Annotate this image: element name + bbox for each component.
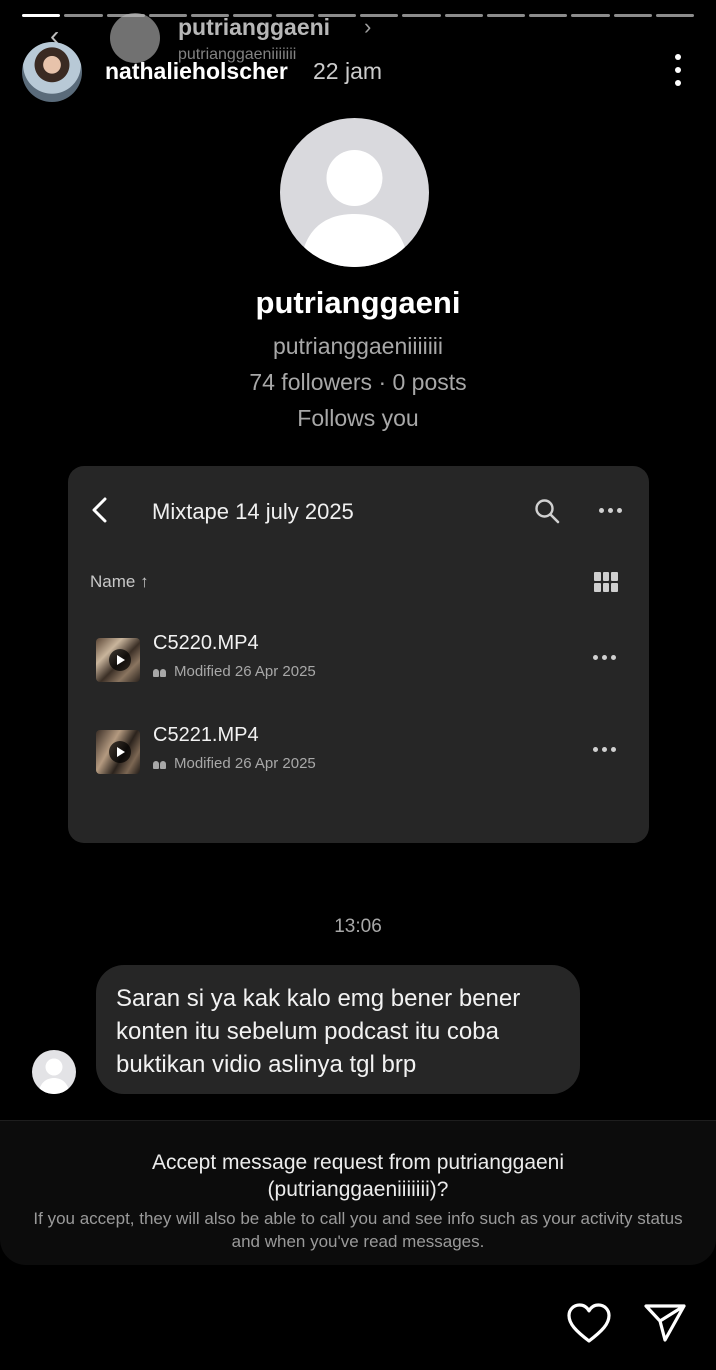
progress-segment [613, 14, 652, 17]
request-title: Accept message request from putrianggaen… [151, 1151, 565, 1201]
file-meta: Modified 26 Apr 2025 [153, 755, 316, 772]
story-timestamp: 22 jam [313, 58, 383, 84]
progress-segment [444, 14, 483, 17]
file-name: C5221.MP4 [153, 724, 259, 746]
chevron-right-icon: › [364, 14, 372, 39]
progress-segment [486, 14, 525, 17]
dm-username[interactable]: putrianggaeni [178, 14, 330, 41]
profile-name: putrianggaeni [255, 285, 461, 320]
message-bubble[interactable]: Saran si ya kak kalo emg bener bener kon… [96, 965, 580, 1094]
play-icon [109, 649, 131, 671]
default-avatar-icon [38, 1058, 70, 1094]
progress-segment [529, 14, 568, 17]
progress-segment [402, 14, 441, 17]
story-username[interactable]: nathalieholscher [105, 58, 288, 85]
default-avatar-icon [300, 150, 409, 267]
progress-segment [655, 14, 694, 17]
folder-title: Mixtape 14 july 2025 [152, 499, 354, 524]
profile-picture[interactable] [280, 118, 429, 267]
file-row: C5220.MP4 Modified 26 Apr 2025 [68, 630, 649, 700]
sort-label: Name ↑ [90, 572, 149, 591]
message-timestamp: 13:06 [334, 916, 382, 937]
follows-you-label: Follows you [297, 405, 419, 431]
shared-drive-image[interactable]: Mixtape 14 july 2025 Name ↑ C5220.MP4 Mo… [68, 466, 649, 843]
profile-stats: 74 followers · 0 posts [249, 369, 467, 395]
send-icon[interactable] [643, 1302, 687, 1344]
play-icon [109, 741, 131, 763]
story-user-avatar[interactable] [22, 42, 82, 102]
video-thumbnail [96, 638, 140, 682]
more-horizontal-icon [593, 655, 616, 660]
profile-handle: putrianggaeniiiiiii [272, 333, 444, 359]
video-thumbnail [96, 730, 140, 774]
file-modified: Modified 26 Apr 2025 [174, 755, 316, 772]
more-horizontal-icon [599, 508, 622, 513]
file-name: C5220.MP4 [153, 632, 259, 654]
heart-icon[interactable] [566, 1302, 612, 1344]
grid-view-icon [594, 572, 618, 592]
more-horizontal-icon [593, 747, 616, 752]
shared-icon [153, 759, 167, 769]
request-description: If you accept, they will also be able to… [33, 1209, 683, 1251]
shared-icon [153, 667, 167, 677]
file-modified: Modified 26 Apr 2025 [174, 663, 316, 680]
back-arrow-icon [92, 497, 107, 523]
file-row: C5221.MP4 Modified 26 Apr 2025 [68, 722, 649, 792]
progress-segment [571, 14, 610, 17]
more-vertical-icon[interactable] [674, 54, 682, 86]
story-header: nathalieholscher 22 jam [22, 38, 694, 104]
message-request-panel: Accept message request from putrianggaen… [0, 1120, 716, 1265]
file-meta: Modified 26 Apr 2025 [153, 663, 316, 680]
sender-avatar[interactable] [32, 1050, 76, 1094]
search-icon [535, 499, 560, 524]
